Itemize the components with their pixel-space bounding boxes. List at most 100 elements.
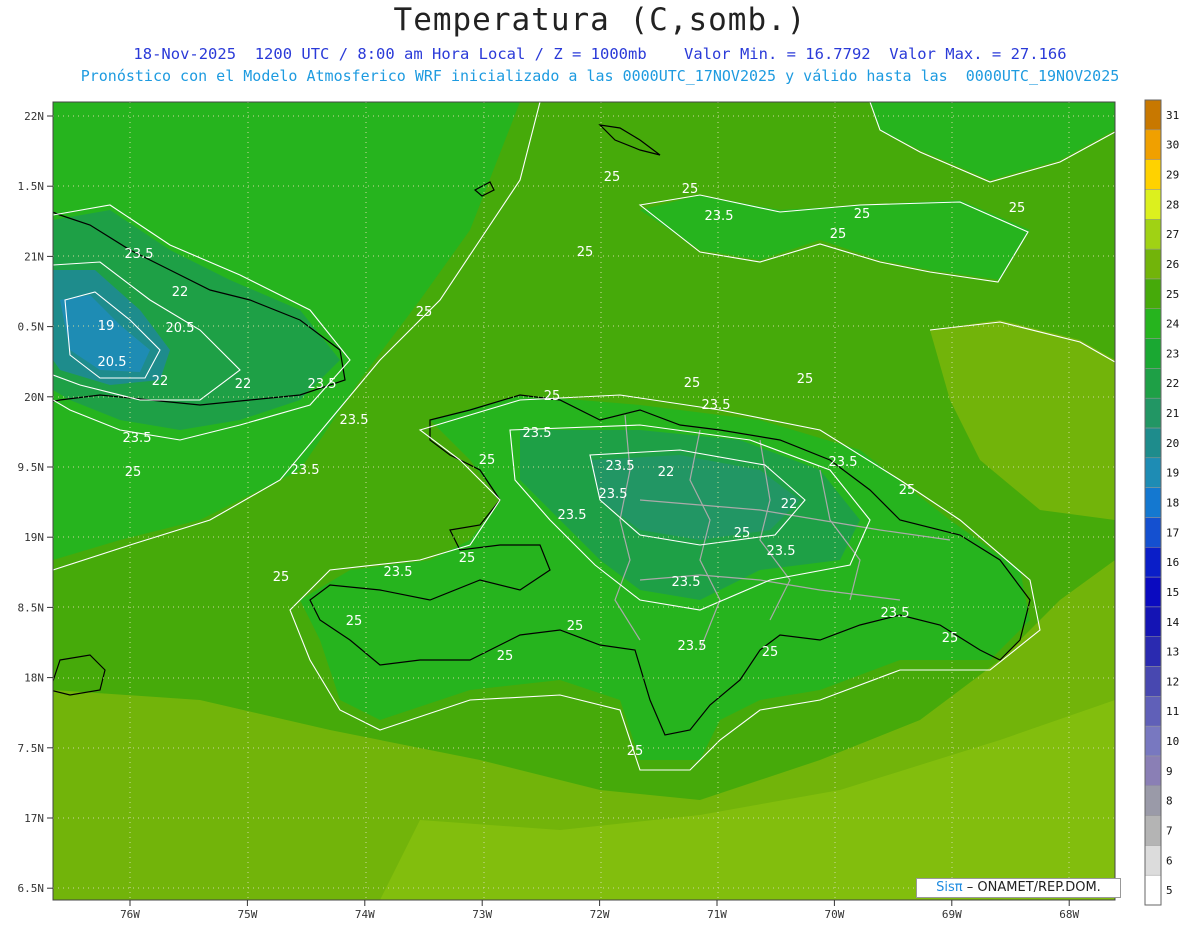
colorbar-label: 16 (1166, 556, 1179, 569)
lon-tick-label: 74W (355, 908, 375, 921)
lon-tick-label: 76W (120, 908, 140, 921)
contour-label: 25 (797, 372, 814, 387)
colorbar-swatch (1144, 129, 1162, 160)
contour-label: 23.5 (599, 487, 628, 502)
colorbar-swatch (1144, 338, 1162, 369)
colorbar-swatch (1144, 159, 1162, 190)
contour-label: 25 (577, 245, 594, 260)
colorbar-swatch (1144, 189, 1162, 220)
contour-label: 25 (416, 305, 433, 320)
colorbar-label: 27 (1166, 228, 1179, 241)
colorbar-label: 12 (1166, 675, 1179, 688)
lat-tick-label: 20N (24, 391, 44, 404)
contour-label: 19 (98, 319, 115, 334)
colorbar-label: 7 (1166, 824, 1173, 837)
colorbar-swatch (1144, 696, 1162, 727)
colorbar-swatch (1144, 874, 1162, 906)
credit-text: – ONAMET/REP.DOM. (966, 880, 1101, 895)
lat-tick-label: 17N (24, 812, 44, 825)
colorbar-swatch (1144, 278, 1162, 309)
contour-label: 20.5 (166, 321, 195, 336)
colorbar-label: 26 (1166, 258, 1179, 271)
colorbar-label: 25 (1166, 288, 1179, 301)
colorbar-label: 24 (1166, 318, 1180, 331)
contour-label: 25 (830, 227, 847, 242)
contour-label: 25 (346, 614, 363, 629)
colorbar-label: 29 (1166, 169, 1179, 182)
colorbar-swatch (1144, 785, 1162, 816)
colorbar-swatch (1144, 546, 1162, 578)
contour-label: 25 (604, 170, 621, 185)
lat-tick-label: 0.5N (18, 321, 45, 334)
colorbar-swatch (1144, 666, 1162, 697)
colorbar-swatch (1144, 99, 1162, 131)
colorbar-label: 11 (1166, 705, 1179, 718)
colorbar-swatch (1144, 845, 1162, 876)
colorbar: 5 6 7 8 9 10 11 12 13 14 15 16 17 18 19 20 21 22 23 24 25 26 2… (1144, 99, 1180, 906)
contour-label: 23.5 (523, 426, 552, 441)
contour-label: 25 (682, 182, 699, 197)
contour-label: 25 (497, 649, 514, 664)
contour-label: 22 (781, 497, 798, 512)
contour-label: 23.5 (384, 565, 413, 580)
colorbar-swatch (1144, 725, 1162, 757)
temperature-map: 252523.5 25252523.523.52219 20.520.522 2223… (18, 99, 1180, 921)
colorbar-label: 21 (1166, 407, 1179, 420)
lat-tick-label: 7.5N (18, 742, 45, 755)
lat-tick-label: 1.5N (18, 180, 45, 193)
contour-label: 25 (734, 526, 751, 541)
map-plot-area: 252523.5 25252523.523.52219 20.520.522 2223… (53, 102, 1115, 900)
contour-label: 23.5 (308, 377, 337, 392)
colorbar-label: 10 (1166, 735, 1179, 748)
colorbar-label: 28 (1166, 198, 1179, 211)
colorbar-label: 23 (1166, 347, 1179, 360)
colorbar-swatch (1144, 308, 1162, 339)
contour-label: 25 (125, 465, 142, 480)
lat-tick-label: 18N (24, 672, 44, 685)
lat-tick-label: 9.5N (18, 461, 45, 474)
contour-label: 23.5 (705, 209, 734, 224)
colorbar-swatch (1144, 636, 1162, 667)
contour-label: 20.5 (98, 355, 127, 370)
colorbar-label: 30 (1166, 139, 1179, 152)
colorbar-swatch (1144, 815, 1162, 846)
lon-tick-label: 75W (237, 908, 257, 921)
longitude-axis: 76W 75W 74W 73W 72W 71W 70W 69W 68W (120, 900, 1080, 921)
contour-label: 25 (273, 570, 290, 585)
contour-label: 25 (459, 551, 476, 566)
contour-label: 23.5 (291, 463, 320, 478)
contour-label: 25 (684, 376, 701, 391)
colorbar-label: 17 (1166, 526, 1179, 539)
contour-label: 23.5 (702, 398, 731, 413)
contour-label: 25 (1009, 201, 1026, 216)
contour-label: 23.5 (767, 544, 796, 559)
colorbar-label: 20 (1166, 437, 1179, 450)
colorbar-label: 18 (1166, 497, 1179, 510)
colorbar-swatch (1144, 368, 1162, 399)
contour-label: 23.5 (558, 508, 587, 523)
contour-label: 25 (899, 483, 916, 498)
contour-label: 25 (544, 389, 561, 404)
lat-tick-label: 19N (24, 531, 44, 544)
lat-tick-label: 8.5N (18, 601, 45, 614)
colorbar-label: 15 (1166, 586, 1179, 599)
colorbar-swatch (1144, 248, 1162, 280)
colorbar-swatch (1144, 755, 1162, 786)
lon-tick-label: 72W (590, 908, 610, 921)
colorbar-swatch (1144, 606, 1162, 637)
colorbar-swatch (1144, 427, 1162, 459)
contour-label: 22 (235, 377, 252, 392)
colorbar-swatch (1144, 397, 1162, 429)
contour-label: 25 (479, 453, 496, 468)
colorbar-label: 14 (1166, 616, 1180, 629)
contour-label: 23.5 (125, 247, 154, 262)
lat-tick-label: 6.5N (18, 882, 45, 895)
colorbar-swatch (1144, 457, 1162, 488)
lon-tick-label: 71W (707, 908, 727, 921)
credit-brand: Sisπ (936, 880, 963, 895)
colorbar-swatch (1144, 576, 1162, 608)
contour-label: 25 (854, 207, 871, 222)
contour-label: 22 (658, 465, 675, 480)
credit-box: Sisπ – ONAMET/REP.DOM. (916, 878, 1121, 898)
contour-label: 23.5 (340, 413, 369, 428)
